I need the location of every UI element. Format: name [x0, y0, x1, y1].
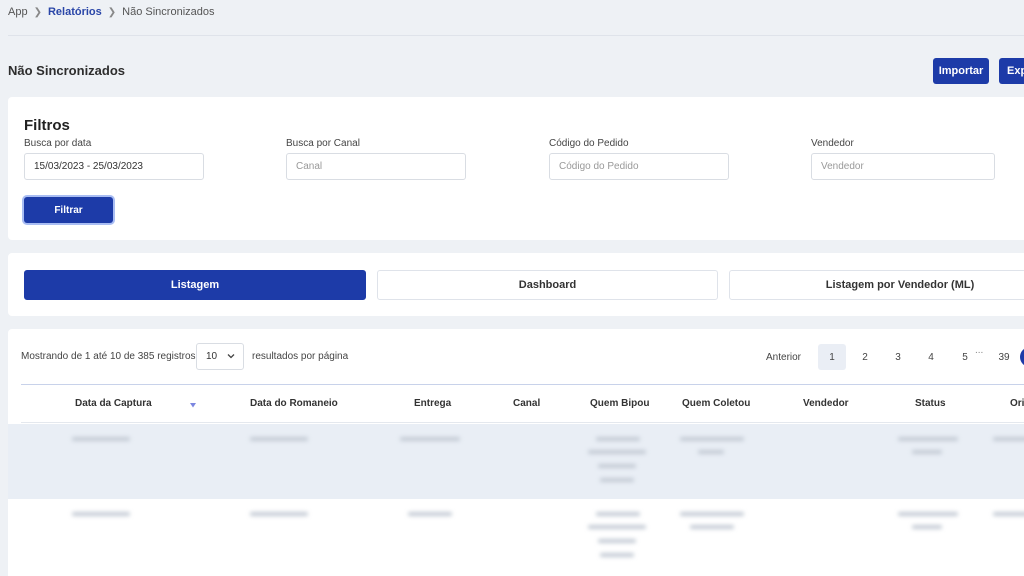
pagination-page-2[interactable]: 2	[858, 344, 872, 370]
breadcrumb-current: Não Sincronizados	[122, 6, 215, 18]
chevron-down-icon	[227, 354, 235, 359]
order-code-filter: Código do Pedido Código do Pedido	[549, 138, 729, 180]
col-data-romaneio[interactable]: Data do Romaneio	[250, 398, 338, 409]
redacted-cell	[400, 437, 460, 441]
col-vendedor[interactable]: Vendedor	[803, 398, 849, 409]
redacted-cell	[898, 512, 958, 516]
filters-title: Filtros	[24, 117, 70, 134]
export-button[interactable]: Exp	[999, 58, 1024, 84]
table-header-bottom-border	[21, 422, 1024, 423]
channel-filter: Busca por Canal Canal	[286, 138, 466, 180]
chevron-right-icon: ❯	[107, 6, 117, 18]
redacted-cell	[588, 450, 646, 454]
col-entrega[interactable]: Entrega	[414, 398, 451, 409]
channel-input[interactable]: Canal	[286, 153, 466, 180]
pagination-page-5[interactable]: 5	[958, 344, 972, 370]
redacted-cell	[600, 478, 634, 482]
date-filter-label: Busca por data	[24, 138, 92, 149]
redacted-cell	[72, 512, 130, 516]
redacted-cell	[680, 437, 744, 441]
records-count: Mostrando de 1 até 10 de 385 registros	[21, 351, 196, 362]
col-origem[interactable]: Ori	[1010, 398, 1024, 409]
date-range-input[interactable]: 15/03/2023 - 25/03/2023	[24, 153, 204, 180]
redacted-cell	[250, 512, 308, 516]
seller-input[interactable]: Vendedor	[811, 153, 995, 180]
per-page-label: resultados por página	[252, 351, 349, 362]
redacted-cell	[598, 464, 636, 468]
redacted-cell	[596, 512, 640, 516]
seller-filter-label: Vendedor	[811, 138, 854, 149]
pagination-page-1[interactable]: 1	[818, 344, 846, 370]
redacted-cell	[408, 512, 452, 516]
redacted-cell	[72, 437, 130, 441]
tab-listagem-vendedor[interactable]: Listagem por Vendedor (ML)	[729, 270, 1024, 300]
tab-dashboard[interactable]: Dashboard	[377, 270, 718, 300]
page-size-select[interactable]: 10	[196, 343, 244, 370]
col-quem-coletou[interactable]: Quem Coletou	[682, 398, 750, 409]
import-button[interactable]: Importar	[933, 58, 989, 84]
channel-filter-label: Busca por Canal	[286, 138, 360, 149]
redacted-cell	[250, 437, 308, 441]
table-header-top-border	[21, 384, 1024, 385]
filter-button[interactable]: Filtrar	[24, 197, 113, 223]
pagination-page-last[interactable]: 39	[996, 344, 1012, 370]
seller-filter: Vendedor Vendedor	[811, 138, 995, 180]
breadcrumb-relatorios[interactable]: Relatórios	[48, 6, 102, 18]
tab-listagem[interactable]: Listagem	[24, 270, 366, 300]
col-data-captura[interactable]: Data da Captura	[75, 398, 152, 409]
redacted-cell	[993, 512, 1024, 516]
redacted-cell	[598, 539, 636, 543]
col-canal[interactable]: Canal	[513, 398, 540, 409]
col-quem-bipou[interactable]: Quem Bipou	[590, 398, 649, 409]
breadcrumb-app[interactable]: App	[8, 6, 28, 18]
filters-card: Filtros Busca por data 15/03/2023 - 25/0…	[8, 97, 1024, 240]
pagination-next-button[interactable]	[1020, 347, 1024, 367]
table-row[interactable]	[8, 499, 1024, 576]
order-code-input[interactable]: Código do Pedido	[549, 153, 729, 180]
redacted-cell	[993, 437, 1024, 441]
pagination-previous[interactable]: Anterior	[766, 344, 801, 370]
page-title: Não Sincronizados	[8, 63, 126, 78]
redacted-cell	[912, 525, 942, 529]
date-filter: Busca por data 15/03/2023 - 25/03/2023	[24, 138, 204, 180]
tabs-card: Listagem Dashboard Listagem por Vendedor…	[8, 253, 1024, 316]
redacted-cell	[898, 437, 958, 441]
pagination-page-4[interactable]: 4	[924, 344, 938, 370]
pagination-page-3[interactable]: 3	[891, 344, 905, 370]
redacted-cell	[690, 525, 734, 529]
table-row[interactable]	[8, 424, 1024, 499]
redacted-cell	[680, 512, 744, 516]
redacted-cell	[588, 525, 646, 529]
redacted-cell	[596, 437, 640, 441]
divider	[8, 35, 1024, 36]
order-code-label: Código do Pedido	[549, 138, 629, 149]
page-size-value: 10	[206, 351, 218, 362]
redacted-cell	[600, 553, 634, 557]
sort-desc-icon[interactable]	[189, 401, 197, 409]
col-status[interactable]: Status	[915, 398, 946, 409]
redacted-cell	[912, 450, 942, 454]
breadcrumb: App ❯ Relatórios ❯ Não Sincronizados	[8, 6, 215, 18]
chevron-right-icon: ❯	[33, 6, 42, 18]
table-card: Mostrando de 1 até 10 de 385 registros 1…	[8, 329, 1024, 576]
pagination-ellipsis: ...	[975, 344, 984, 356]
redacted-cell	[698, 450, 724, 454]
